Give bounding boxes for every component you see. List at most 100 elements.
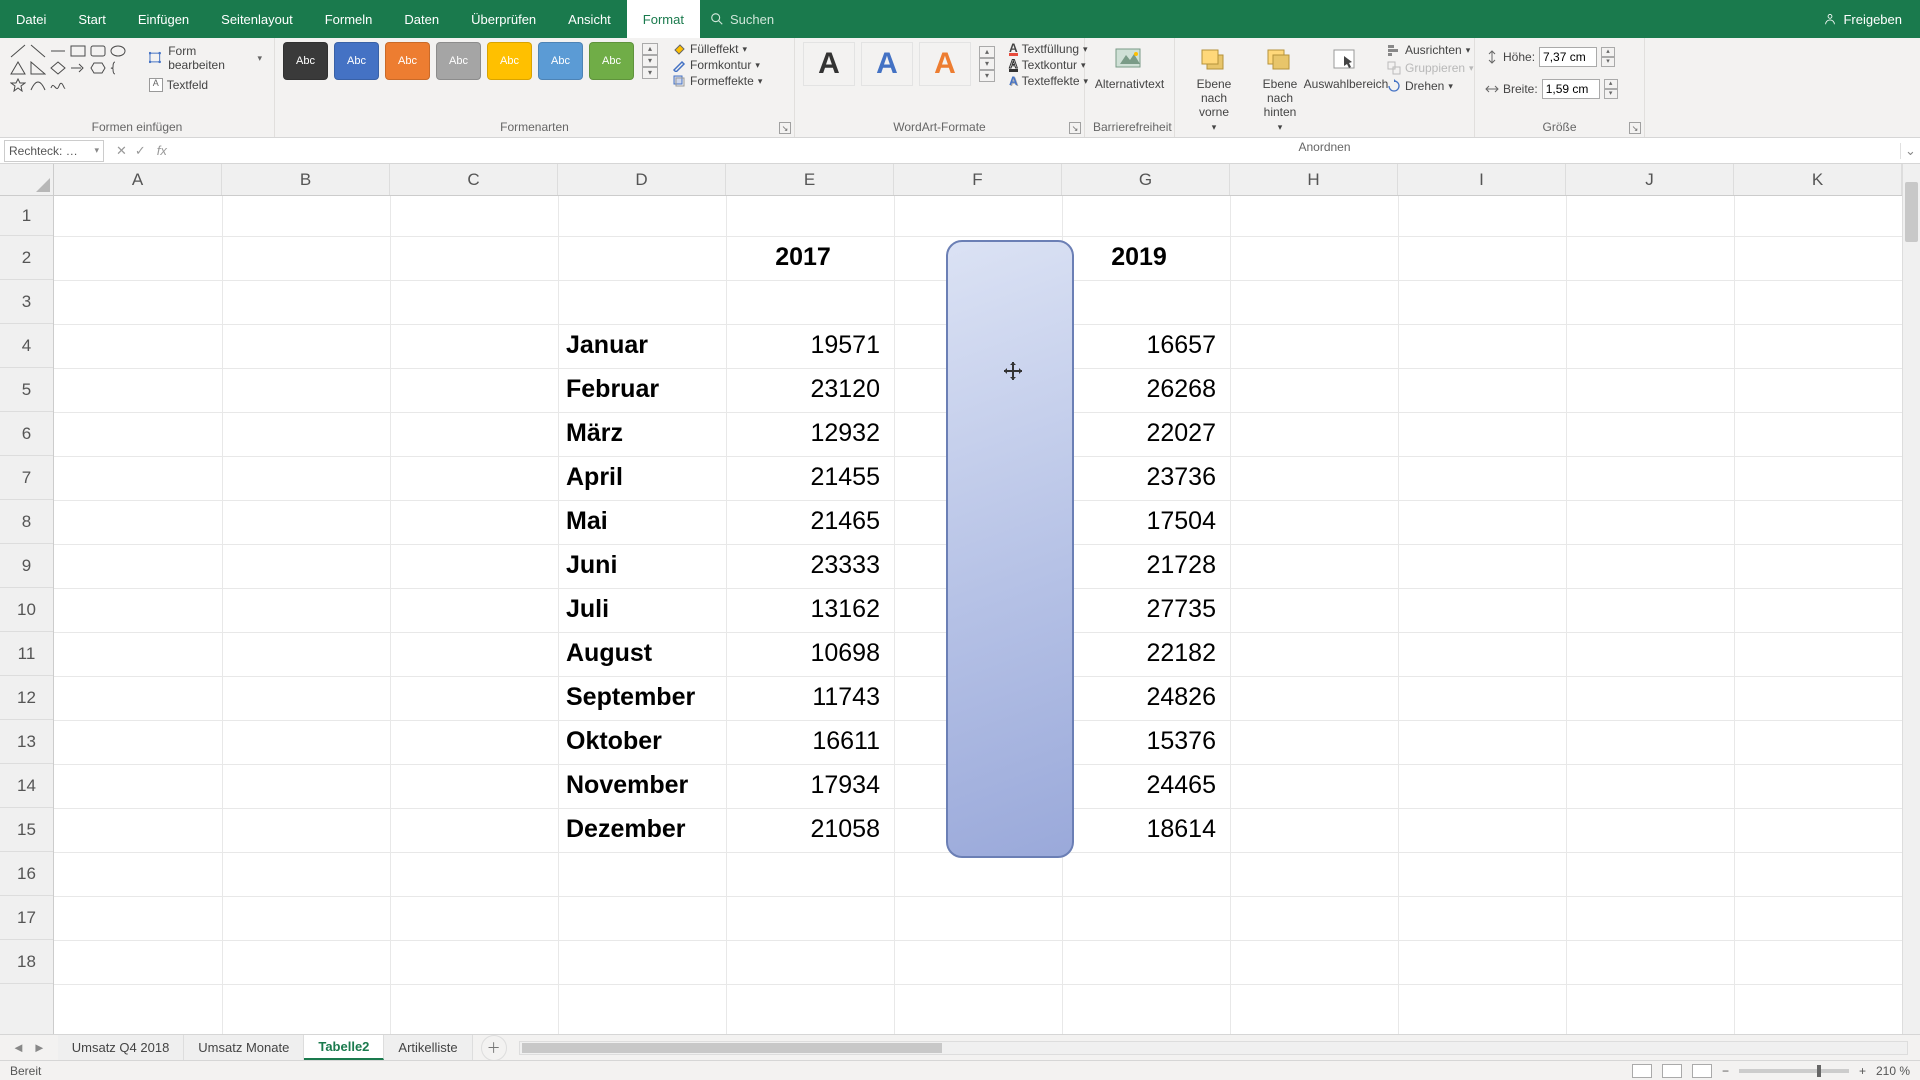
cell-G6[interactable]: 22027 bbox=[1062, 419, 1230, 448]
tab-next-icon[interactable]: ► bbox=[33, 1040, 46, 1055]
text-outline-button[interactable]: ATextkontur▾ bbox=[1009, 58, 1088, 72]
zoom-slider-knob[interactable] bbox=[1817, 1065, 1821, 1077]
cell-G4[interactable]: 16657 bbox=[1062, 331, 1230, 360]
shape-diamond-icon[interactable] bbox=[50, 61, 66, 75]
shape-oval-icon[interactable] bbox=[110, 44, 126, 58]
text-effects-button[interactable]: ATexteffekte▾ bbox=[1009, 74, 1088, 88]
cells-area[interactable]: 20172019JanuarFebruarMärzAprilMaiJuniJul… bbox=[54, 196, 1902, 1046]
formula-input[interactable] bbox=[178, 140, 1900, 162]
selection-pane-button[interactable]: Auswahlbereich bbox=[1315, 42, 1377, 95]
col-header-B[interactable]: B bbox=[222, 164, 390, 195]
cell-D15[interactable]: Dezember bbox=[566, 815, 686, 844]
cancel-icon[interactable]: ✕ bbox=[116, 143, 127, 159]
menu-tab-start[interactable]: Start bbox=[62, 0, 121, 38]
col-header-H[interactable]: H bbox=[1230, 164, 1398, 195]
shape-effects-button[interactable]: Formeffekte▾ bbox=[672, 74, 762, 88]
width-input[interactable] bbox=[1542, 79, 1600, 99]
cell-G14[interactable]: 24465 bbox=[1062, 771, 1230, 800]
bring-forward-button[interactable]: Ebene nach vorne▾ bbox=[1183, 42, 1245, 137]
rotate-button[interactable]: Drehen▾ bbox=[1385, 78, 1476, 94]
name-box[interactable]: Rechteck: …▾ bbox=[4, 140, 104, 162]
shape-fill-button[interactable]: Fülleffekt▾ bbox=[672, 42, 762, 56]
cell-G7[interactable]: 23736 bbox=[1062, 463, 1230, 492]
view-layout-button[interactable] bbox=[1662, 1064, 1682, 1078]
fx-icon[interactable]: fx bbox=[154, 143, 170, 159]
select-all-corner[interactable] bbox=[0, 164, 54, 196]
col-header-I[interactable]: I bbox=[1398, 164, 1566, 195]
wordart-gallery[interactable]: A A A ▴▾▾ bbox=[803, 42, 995, 86]
cell-E8[interactable]: 21465 bbox=[726, 507, 894, 536]
vertical-scrollbar[interactable] bbox=[1902, 164, 1920, 1046]
view-pagebreak-button[interactable] bbox=[1692, 1064, 1712, 1078]
search-box[interactable]: Suchen bbox=[710, 12, 774, 27]
menu-tab-ueberpruefen[interactable]: Überprüfen bbox=[455, 0, 552, 38]
cell-D9[interactable]: Juni bbox=[566, 551, 617, 580]
cell-G8[interactable]: 17504 bbox=[1062, 507, 1230, 536]
cell-E14[interactable]: 17934 bbox=[726, 771, 894, 800]
row-header-17[interactable]: 17 bbox=[0, 896, 53, 940]
height-input[interactable] bbox=[1539, 47, 1597, 67]
wordart-gallery-spinner[interactable]: ▴▾▾ bbox=[979, 46, 995, 82]
row-header-3[interactable]: 3 bbox=[0, 280, 53, 324]
cell-G13[interactable]: 15376 bbox=[1062, 727, 1230, 756]
row-header-12[interactable]: 12 bbox=[0, 676, 53, 720]
col-header-D[interactable]: D bbox=[558, 164, 726, 195]
menu-tab-formeln[interactable]: Formeln bbox=[309, 0, 389, 38]
style-swatch-green[interactable]: Abc bbox=[589, 42, 634, 80]
share-button[interactable]: Freigeben bbox=[1823, 12, 1902, 27]
col-header-K[interactable]: K bbox=[1734, 164, 1902, 195]
cell-E7[interactable]: 21455 bbox=[726, 463, 894, 492]
zoom-in-button[interactable]: + bbox=[1859, 1064, 1866, 1078]
menu-tab-datei[interactable]: Datei bbox=[0, 0, 62, 38]
col-header-J[interactable]: J bbox=[1566, 164, 1734, 195]
send-backward-button[interactable]: Ebene nach hinten▾ bbox=[1249, 42, 1311, 137]
shape-star-icon[interactable] bbox=[10, 78, 26, 92]
shape-rect-icon[interactable] bbox=[70, 44, 86, 58]
cell-E6[interactable]: 12932 bbox=[726, 419, 894, 448]
cell-D10[interactable]: Juli bbox=[566, 595, 609, 624]
cell-G15[interactable]: 18614 bbox=[1062, 815, 1230, 844]
row-header-7[interactable]: 7 bbox=[0, 456, 53, 500]
zoom-slider[interactable] bbox=[1739, 1069, 1849, 1073]
shape-line-icon[interactable] bbox=[10, 44, 26, 58]
shape-outline-button[interactable]: Formkontur▾ bbox=[672, 58, 762, 72]
vertical-scroll-thumb[interactable] bbox=[1905, 182, 1918, 242]
view-normal-button[interactable] bbox=[1632, 1064, 1652, 1078]
shapes-palette[interactable] bbox=[8, 42, 135, 94]
col-header-G[interactable]: G bbox=[1062, 164, 1230, 195]
row-header-10[interactable]: 10 bbox=[0, 588, 53, 632]
add-sheet-button[interactable]: ＋ bbox=[481, 1035, 507, 1061]
sheet-tab-artikelliste[interactable]: Artikelliste bbox=[384, 1035, 472, 1060]
size-launcher[interactable]: ↘ bbox=[1629, 122, 1641, 134]
cell-D7[interactable]: April bbox=[566, 463, 623, 492]
row-header-11[interactable]: 11 bbox=[0, 632, 53, 676]
cell-D6[interactable]: März bbox=[566, 419, 623, 448]
shape-curve-icon[interactable] bbox=[30, 78, 46, 92]
sheet-tab-umsatz-monate[interactable]: Umsatz Monate bbox=[184, 1035, 304, 1060]
cell-E13[interactable]: 16611 bbox=[726, 727, 894, 756]
style-swatch-blue[interactable]: Abc bbox=[334, 42, 379, 80]
shape-triangle-icon[interactable] bbox=[10, 61, 26, 75]
col-header-F[interactable]: F bbox=[894, 164, 1062, 195]
shape-scribble-icon[interactable] bbox=[50, 78, 66, 92]
wordart-style-3[interactable]: A bbox=[919, 42, 971, 86]
row-header-8[interactable]: 8 bbox=[0, 500, 53, 544]
horizontal-scroll-thumb[interactable] bbox=[522, 1043, 942, 1053]
style-swatch-gray[interactable]: Abc bbox=[436, 42, 481, 80]
shape-line3-icon[interactable] bbox=[50, 44, 66, 58]
cell-G9[interactable]: 21728 bbox=[1062, 551, 1230, 580]
cell-G11[interactable]: 22182 bbox=[1062, 639, 1230, 668]
cell-E12[interactable]: 11743 bbox=[726, 683, 894, 712]
width-spinner[interactable]: ▴▾ bbox=[1604, 79, 1618, 99]
cell-E9[interactable]: 23333 bbox=[726, 551, 894, 580]
zoom-out-button[interactable]: − bbox=[1722, 1064, 1729, 1078]
text-fill-button[interactable]: ATextfüllung▾ bbox=[1009, 42, 1088, 56]
wordart-style-1[interactable]: A bbox=[803, 42, 855, 86]
shape-arrow-icon[interactable] bbox=[70, 61, 86, 75]
cell-E10[interactable]: 13162 bbox=[726, 595, 894, 624]
menu-tab-format[interactable]: Format bbox=[627, 0, 700, 38]
style-swatch-lightblue[interactable]: Abc bbox=[538, 42, 583, 80]
cell-G12[interactable]: 24826 bbox=[1062, 683, 1230, 712]
menu-tab-einfuegen[interactable]: Einfügen bbox=[122, 0, 205, 38]
row-header-9[interactable]: 9 bbox=[0, 544, 53, 588]
